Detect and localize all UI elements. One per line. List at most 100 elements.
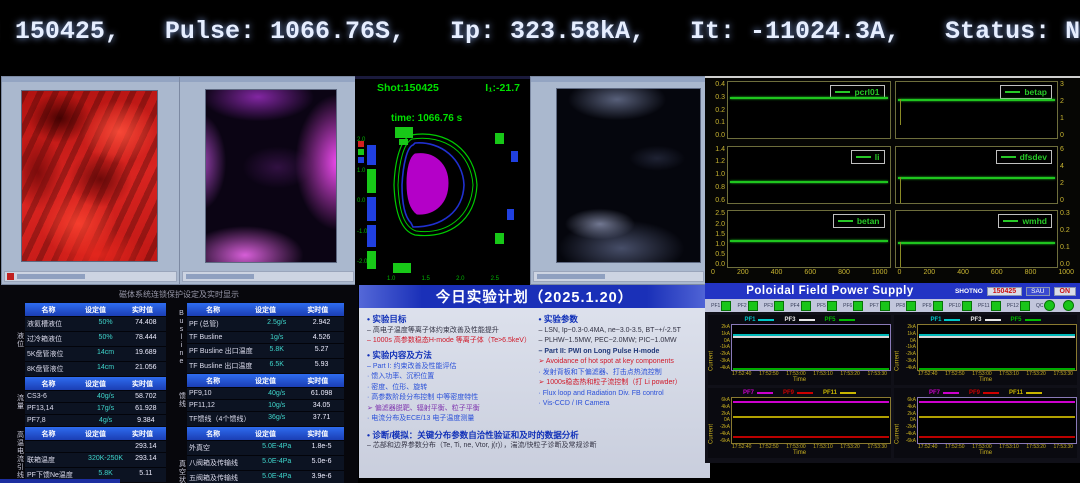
cell-setpoint: 40g/s [254,388,299,399]
cell-realtime: 37.71 [299,412,344,426]
legend-label: li [875,152,880,162]
pf-indicator: PF1 [711,301,731,311]
axis-tick: -3kA [906,358,916,364]
axis-tick: 0.3 [1060,210,1070,217]
window-titlebar[interactable] [531,77,706,82]
pf-chart: PF1 PF3 PF5 Current [708,315,891,385]
legend-item: PF7 [743,390,773,396]
col-header: 名称 [187,374,239,387]
efit-time-label: time: 1066.76 s [391,113,462,124]
axis-tick: -4kA [720,365,730,371]
axis-tick: 0.0 [715,261,725,268]
cell-name: 八阀箱及传输线 [187,456,254,470]
indicator-label: PF3 [764,303,773,309]
axis-tick: -2kA [906,424,916,430]
legend-label: PF7 [743,390,754,396]
cell-name: 8K盘管液位 [25,362,85,376]
axis-tick: 4 [1060,163,1064,170]
col-header: 实时值 [292,303,344,316]
axis-tick: 17:53:10 [999,444,1018,450]
scrollbar-thumb[interactable] [17,274,85,279]
legend-label: PF5 [825,317,836,323]
pf-chart-legend: PF7 PF9 PF11 [708,388,891,397]
data-line [733,368,889,370]
table-group: 流量 名称 设定值 实时值 CS3-6 40 [14,377,166,426]
legend-line-swatch [1001,156,1016,158]
infrared-camera-image [21,90,158,262]
axis-tick: 6kA [721,397,730,403]
axis-tick: 1.0 [715,171,725,178]
control-room-screen: Shot#: 150425, Pulse: 1066.76S, Ip: 323.… [0,0,1080,483]
axis-tick: 4kA [907,404,916,410]
pf-mode-badge[interactable]: SAU [1026,287,1049,296]
plan-item: · 密度、位形、旋转 [367,383,531,394]
cell-realtime: 293.14 [126,453,166,467]
indicator-label: PF1 [711,303,720,309]
axis-tick: 1.4 [715,146,725,153]
plan-left-column: • 实验目标– 高电子温度等离子体约束改善及性能提升– 1000s 高参数稳态H… [367,311,531,425]
plan-title: 今日实验计划（2025.1.20） [359,285,710,308]
pf-title: Poloidal Field Power Supply [709,285,951,297]
cell-name: CS3-6 [25,391,85,402]
plan-item: – PLHW~1.5MW, PEC~2.0MW; PIC~1.0MW [539,336,703,347]
axis-tick: 0.1 [715,119,725,126]
legend-label: PF7 [929,390,940,396]
table-group: 液位 名称 设定值 实时值 液氦槽液位 50 [14,303,166,376]
table-header-row: 名称 设定值 实时值 [187,427,344,440]
cell-name: TF馈线（4个馈线） [187,412,254,426]
table-row: PF11,12 10g/s 34.05 [187,399,344,411]
legend-line-swatch [985,319,1001,321]
plot-x-ticks: 02004006008001000 [895,269,1078,276]
cell-realtime: 34.05 [299,400,344,411]
plot-area: wmhd [895,210,1059,268]
scrollbar-thumb[interactable] [186,274,254,279]
axis-tick: 2kA [907,324,916,330]
plan-item: · 高参数阶段分布控制 中等密度特性 [367,393,531,404]
axis-tick: 17:53:30 [867,371,886,377]
table-row: TF馈线（4个馈线） 36g/s 37.71 [187,411,344,426]
table-group: 真空状态 名称 设定值 实时值 外真空 5. [176,427,344,483]
indicator-label: PF8 [896,303,905,309]
table-row: 液氦槽液位 50% 74.408 [25,316,166,331]
legend-label: PF1 [744,317,755,323]
plan-bottom-section: • 诊断/模拟：关键分布参数自洽性验证和及时的数据分析– 芯部和边界参数分布（T… [359,425,710,452]
col-header: 实时值 [119,303,166,316]
cell-setpoint: 50% [85,317,125,331]
pf-chart-legend: PF1 PF3 PF5 [894,315,1077,324]
summary-plot: 1.41.21.00.80.6 li 02004006008001000 [708,146,891,209]
y-axis-label: Current [708,397,715,444]
experiment-plan-panel: 今日实验计划（2025.1.20） • 实验目标– 高电子温度等离子体约束改善及… [359,285,710,478]
axis-tick: 6 [1060,146,1064,153]
cell-setpoint: 50% [85,332,125,346]
plan-item: • 实验内容及方法 [367,349,531,362]
legend-label: PF3 [784,317,795,323]
axis-tick: 1kA [907,331,916,337]
status-light-icon [962,301,972,311]
scrollbar-thumb[interactable] [537,274,605,279]
data-line [919,416,1075,418]
legend-line-swatch [944,319,960,321]
pf-titlebar: Poloidal Field Power Supply SHOTNO 15042… [705,283,1080,299]
cell-realtime: 5.0e-6 [299,456,344,470]
axis-tick: 0.3 [715,94,725,101]
axis-tick: 17:52:50 [945,371,964,377]
col-header: 名称 [25,303,72,316]
axis-tick: 800 [838,269,850,276]
camera-window-visible [179,76,357,285]
group-label: 高温电流引线 [14,427,25,482]
horizontal-scrollbar[interactable] [182,271,354,282]
table-header-row: 名称 设定值 实时值 [187,374,344,387]
axis-tick: 17:53:30 [867,444,886,450]
axis-tick: -6kA [906,438,916,444]
plot-legend: li [851,150,885,164]
legend-label: PF9 [969,390,980,396]
window-titlebar[interactable] [2,77,179,82]
cell-setpoint: 5.0E-4Pa [254,471,299,483]
plan-item: · 发射背板和下偏滤器、打击点热流控制 [539,368,703,379]
horizontal-scrollbar[interactable] [533,271,704,282]
horizontal-scrollbar[interactable] [4,271,177,282]
window-titlebar[interactable] [180,77,356,82]
status-light-icon [721,301,731,311]
plot-area: betan [727,210,891,268]
pf-on-badge[interactable]: ON [1054,287,1077,296]
